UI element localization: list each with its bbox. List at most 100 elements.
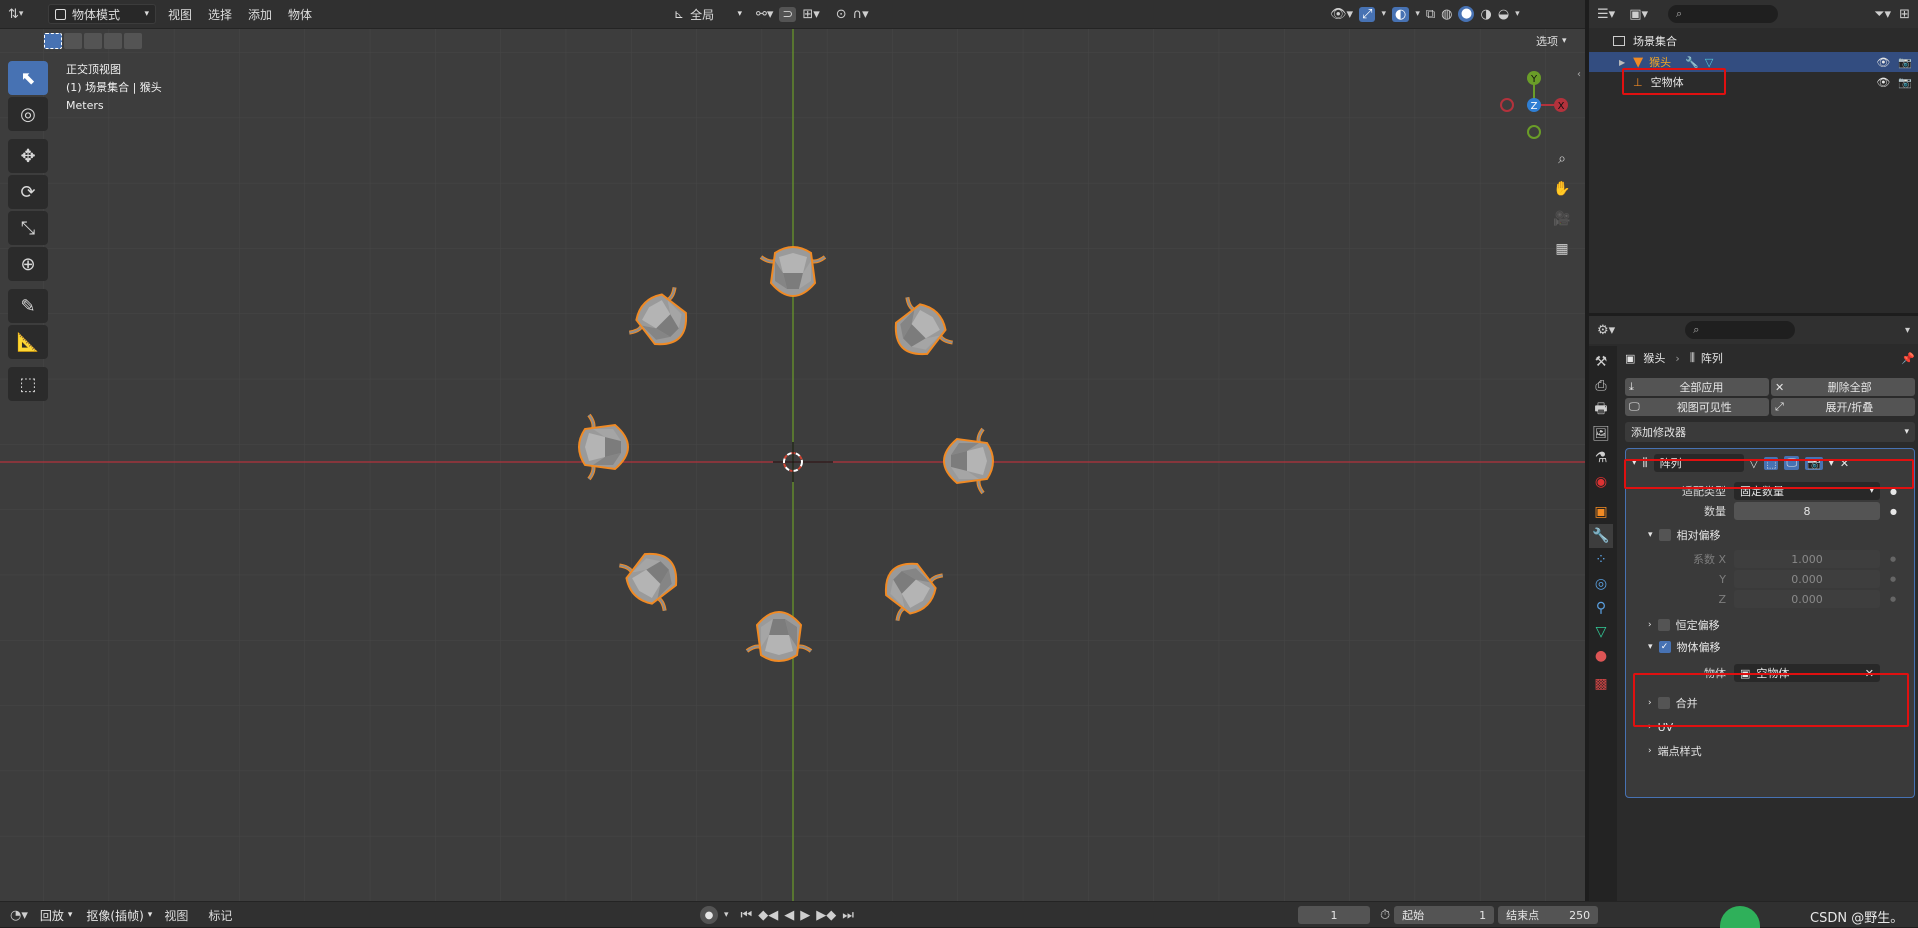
scene-collection-row[interactable]: 场景集合 [1589,30,1918,52]
object-offset-checkbox[interactable]: ✓ [1658,641,1671,653]
display-mode-icon[interactable]: ▣▾ [1629,7,1648,22]
move-tool-icon[interactable]: ✥ [8,139,48,173]
physics-tab-icon[interactable]: ◎ [1589,572,1613,596]
keyframe-dot-icon[interactable]: ● [1890,507,1897,516]
hide-in-viewport-icon[interactable]: 👁 [1876,76,1890,89]
scene-tab-icon[interactable]: ⚗ [1589,446,1613,470]
data-tab-icon[interactable]: ▽ [1589,620,1613,644]
world-tab-icon[interactable]: ◉ [1589,470,1613,494]
grid-view-icon[interactable]: ▦ [1550,237,1574,261]
timeline-view-menu[interactable]: 视图 [156,907,196,924]
timeline-marker-menu[interactable]: 标记 [200,907,240,924]
properties-search-input[interactable]: ⌕ [1685,321,1796,339]
modifier-wrench-icon[interactable]: 🔧 [1685,56,1699,69]
snap-icon[interactable]: ⊃ [779,6,797,22]
measure-tool-icon[interactable]: 📐 [8,325,48,359]
cursor-tool-icon[interactable]: ◎ [8,97,48,131]
apply-all-button[interactable]: ⤓ 全部应用 [1625,378,1769,396]
xray-icon[interactable]: ⧉ [1426,7,1435,22]
menu-select[interactable]: 选择 [200,6,240,23]
constant-offset-checkbox[interactable] [1657,619,1670,631]
transform-tool-icon[interactable]: ⊕ [8,247,48,281]
play-icon[interactable]: ▶ [800,908,810,923]
gizmo-icon[interactable]: ⤢ [1359,6,1376,22]
array-instance[interactable] [935,421,997,495]
material-shading-icon[interactable]: ◑ [1480,7,1491,22]
editor-type-button[interactable]: ⇅ ▾ [8,4,23,24]
preview-range-icon[interactable]: ⏱ [1380,908,1390,923]
jump-start-icon[interactable]: ⏮ [741,908,753,923]
viewport-visibility-button[interactable]: 🖵 视图可见性 [1625,398,1769,416]
factor-y-field[interactable]: 0.000 [1734,570,1880,588]
constraints-tab-icon[interactable]: ⚲ [1589,596,1613,620]
options-dropdown[interactable]: 选项 ▾ [1530,31,1580,51]
caps-subpanel[interactable]: › 端点样式 [1626,741,1914,761]
array-instance[interactable] [753,243,827,305]
select-extend-icon[interactable] [64,33,82,49]
relative-offset-checkbox[interactable] [1658,529,1671,541]
pivot-icon[interactable]: ⚯▾ [756,7,773,22]
solid-shading-icon[interactable]: ● [1458,6,1475,22]
3d-viewport[interactable]: 正交顶视图 (1) 场景集合 | 猴头 Meters 选项 ▾ ⬉ ◎ ✥ ⟳ … [0,29,1585,901]
particles-tab-icon[interactable]: ⁘ [1589,548,1613,572]
rendered-shading-icon[interactable]: ◒ [1498,7,1509,22]
select-box-tool-icon[interactable]: ⬉ [8,61,48,95]
visibility-icon[interactable]: 👁▾ [1330,7,1353,22]
select-subtract-icon[interactable] [84,33,102,49]
count-field[interactable]: 8 [1734,502,1880,520]
filter-icon[interactable]: ⏷▾ [1874,7,1891,22]
shading-options-icon[interactable]: ▾ [1515,9,1520,19]
jump-end-icon[interactable]: ⏭ [842,908,854,923]
keying-dropdown-icon[interactable]: ▾ [724,910,729,920]
auto-keying-icon[interactable]: ● [700,906,718,924]
sidebar-toggle-icon[interactable]: ‹ [1577,69,1581,80]
expand-arrow-icon[interactable]: ▶ [1619,58,1625,67]
properties-editor-icon[interactable]: ⚙▾ [1597,323,1615,338]
delete-all-button[interactable]: ✕ 删除全部 [1771,378,1915,396]
scale-tool-icon[interactable]: ⤡ [8,211,48,245]
output-tab-icon[interactable]: 🖶 [1589,398,1613,422]
keying-menu[interactable]: 抠像(插帧) ▾ [86,907,152,924]
chevron-down-icon[interactable]: ▾ [1905,325,1910,336]
start-frame-field[interactable]: 起始 1 [1394,906,1495,924]
transform-orientation-dropdown[interactable]: ⊾ 全局 ▾ [668,4,748,24]
select-intersect-icon[interactable] [124,33,142,49]
render-camera-icon[interactable]: 📷 [1898,56,1912,69]
keyframe-dot-icon[interactable]: ● [1890,595,1896,603]
zoom-icon[interactable]: ⌕ [1550,147,1574,171]
factor-x-field[interactable]: 1.000 [1734,550,1880,568]
new-collection-icon[interactable]: ⊞ [1899,7,1910,22]
end-frame-field[interactable]: 结束点 250 [1498,906,1599,924]
timeline-editor-icon[interactable]: ◔▾ [10,908,28,923]
outliner-editor-icon[interactable]: ☰▾ [1597,7,1615,22]
texture-tab-icon[interactable]: ▩ [1589,672,1613,696]
menu-add[interactable]: 添加 [240,6,280,23]
prev-keyframe-icon[interactable]: ◆◀ [758,908,778,923]
object-tab-icon[interactable]: ▣ [1589,500,1613,524]
array-instance[interactable] [575,413,637,487]
wireframe-shading-icon[interactable]: ◍ [1441,7,1452,22]
outliner-search-input[interactable]: ⌕ [1668,5,1778,23]
material-tab-icon[interactable]: ● [1589,644,1613,668]
add-cube-tool-icon[interactable]: ⬚ [8,367,48,401]
next-keyframe-icon[interactable]: ▶◆ [816,908,836,923]
mode-dropdown[interactable]: 物体模式 ▾ [48,4,156,24]
menu-object[interactable]: 物体 [280,6,320,23]
hide-in-viewport-icon[interactable]: 👁 [1876,56,1890,69]
modifier-tab-icon[interactable]: 🔧 [1589,524,1613,548]
object-offset-subpanel[interactable]: ▾ ✓ 物体偏移 [1626,637,1914,657]
select-invert-icon[interactable] [104,33,122,49]
array-instance[interactable] [745,603,819,665]
render-tab-icon[interactable]: ⎙ [1589,374,1613,398]
tool-tab-icon[interactable]: ⚒ [1589,350,1613,374]
falloff-icon[interactable]: ∩▾ [853,7,869,22]
expand-collapse-button[interactable]: ⤢ 展开/折叠 [1771,398,1915,416]
camera-icon[interactable]: 🎥 [1550,207,1574,231]
overlays-icon[interactable]: ◐ [1391,6,1410,22]
factor-z-field[interactable]: 0.000 [1734,590,1880,608]
menu-view[interactable]: 视图 [160,6,200,23]
pan-hand-icon[interactable]: ✋ [1550,177,1574,201]
snap-target-icon[interactable]: ⊞▾ [802,7,819,22]
constant-offset-subpanel[interactable]: › 恒定偏移 [1626,615,1914,635]
keyframe-dot-icon[interactable]: ● [1890,555,1896,563]
